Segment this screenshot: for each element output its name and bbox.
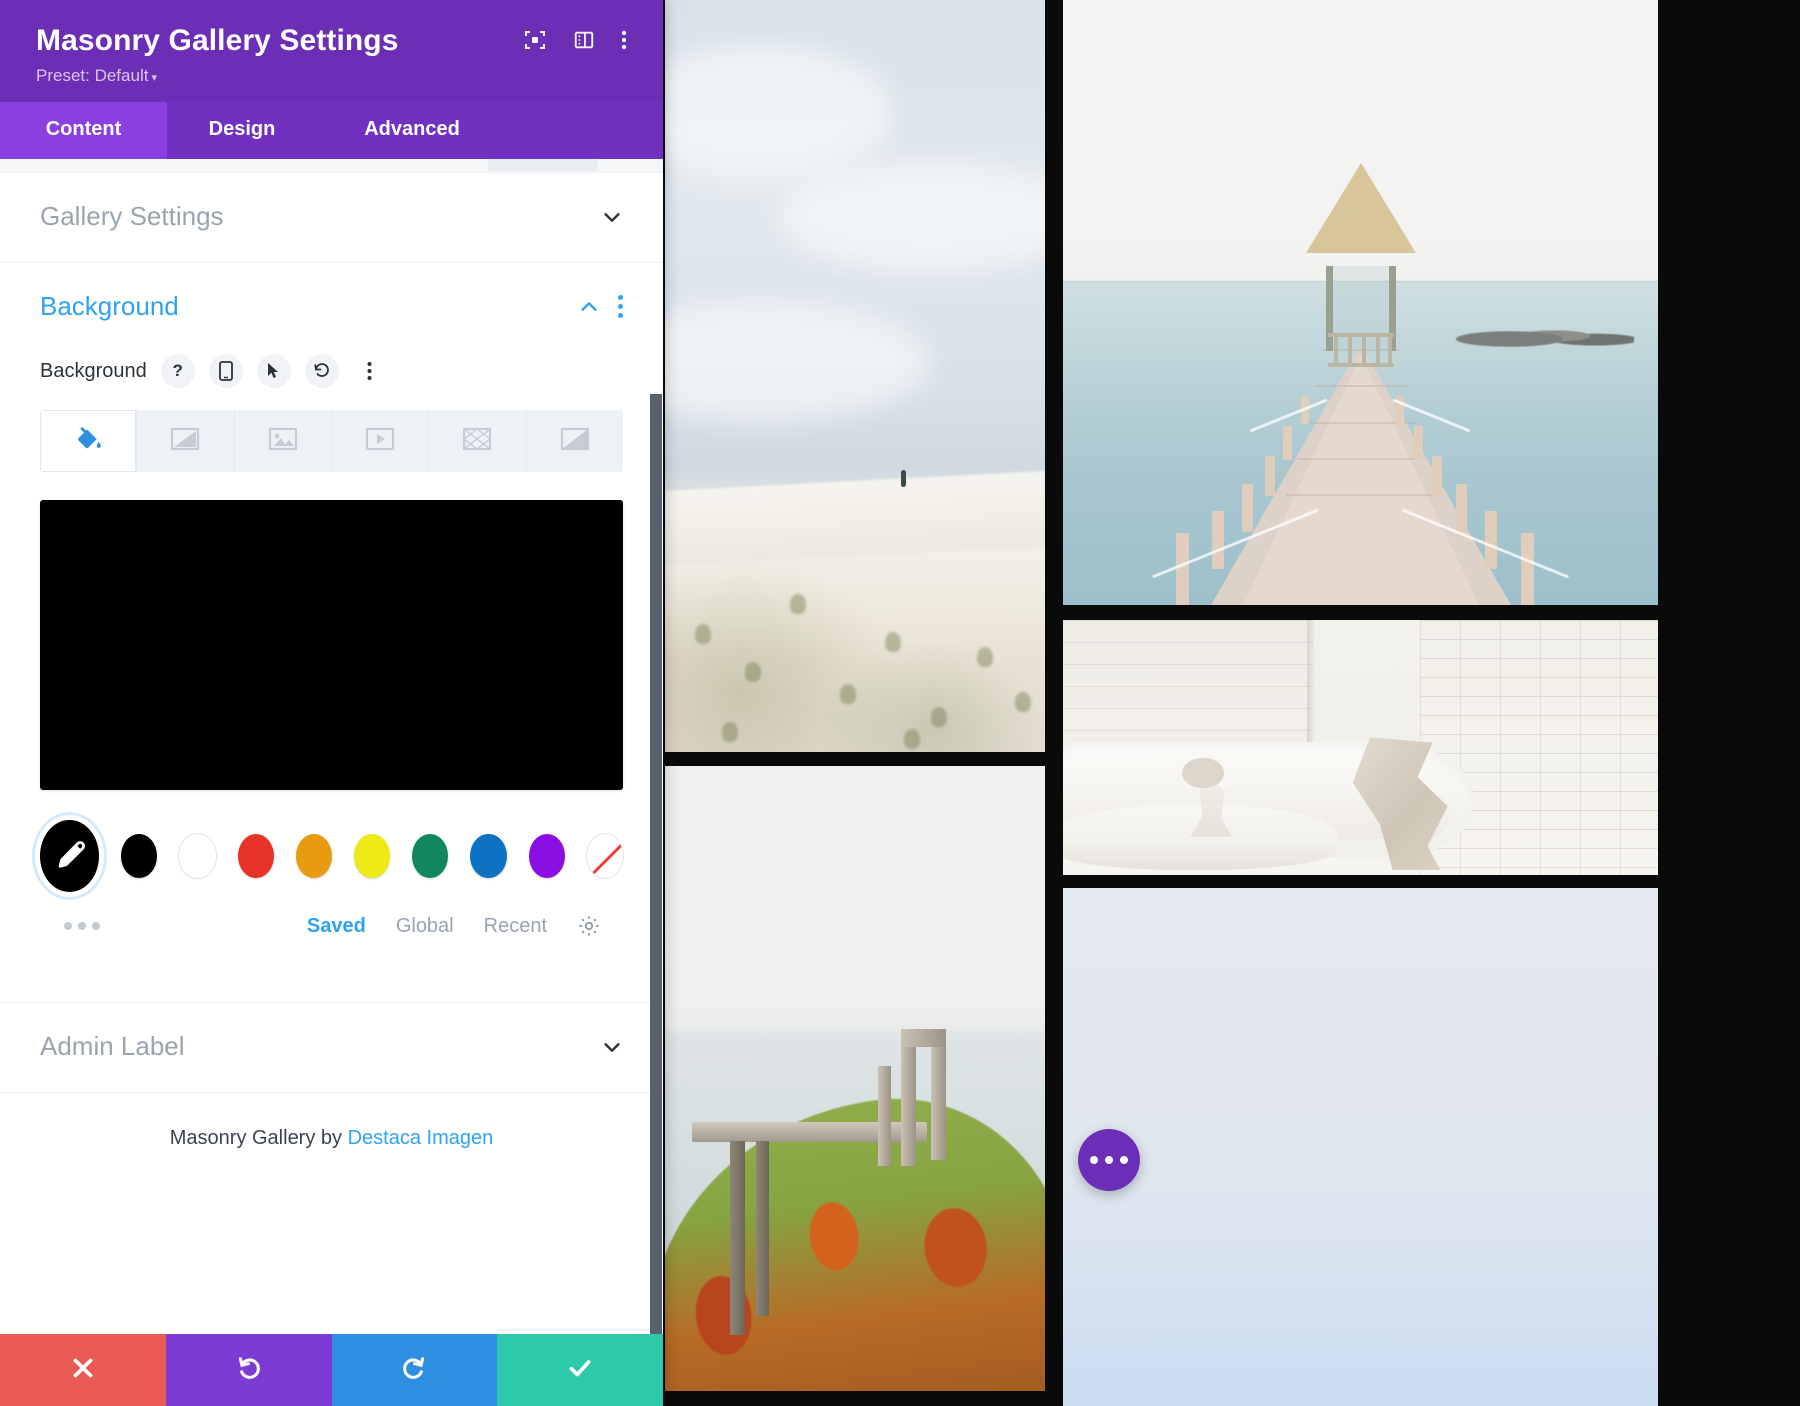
photo-white-sand-dune — [665, 0, 1045, 752]
gallery-image-ocean-bench-iceplant[interactable] — [665, 766, 1045, 1391]
swatch-yellow[interactable] — [354, 834, 391, 878]
help-icon[interactable]: ? — [160, 354, 195, 388]
plugin-credit: Masonry Gallery by Destaca Imagen — [0, 1093, 663, 1150]
mask-icon — [560, 426, 590, 457]
tab-design[interactable]: Design — [167, 102, 317, 159]
load-more-button[interactable] — [1078, 1129, 1140, 1191]
color-swatch-row — [40, 820, 624, 892]
chevron-down-icon[interactable] — [601, 206, 623, 228]
swatch-red[interactable] — [237, 834, 274, 878]
background-type-mask[interactable] — [527, 410, 623, 472]
preset-selector[interactable]: Preset: Default ▾ — [36, 66, 627, 86]
section-background-title: Background — [40, 291, 179, 321]
chevron-down-icon[interactable] — [601, 1036, 623, 1058]
panel-footer — [0, 1334, 663, 1406]
undo-icon — [236, 1355, 262, 1386]
field-options-icon[interactable] — [353, 354, 387, 388]
tab-content[interactable]: Content — [0, 102, 167, 159]
palette-tab-recent[interactable]: Recent — [484, 915, 547, 938]
gallery-image-white-sand-dune[interactable] — [665, 0, 1045, 752]
app-root: Masonry Gallery Settings Preset: Default… — [0, 0, 1800, 1406]
swatch-purple[interactable] — [528, 834, 565, 878]
swatch-black[interactable] — [121, 834, 158, 878]
section-gallery-settings-title: Gallery Settings — [40, 201, 224, 231]
plugin-credit-link[interactable]: Destaca Imagen — [348, 1127, 494, 1149]
background-type-image[interactable] — [235, 410, 332, 472]
section-background-options-icon[interactable] — [618, 295, 623, 318]
image-icon — [268, 426, 298, 457]
photo-pier-hut — [1063, 0, 1658, 605]
gallery-image-pier-thatched-hut[interactable] — [1063, 0, 1658, 605]
section-gallery-settings[interactable]: Gallery Settings — [0, 173, 663, 263]
close-icon — [70, 1355, 96, 1386]
preset-label: Preset: Default — [36, 66, 149, 85]
background-type-tabs — [40, 410, 623, 472]
collapsed-strip-chip — [488, 159, 598, 171]
color-preview[interactable] — [40, 500, 623, 790]
color-picker-button[interactable] — [40, 820, 100, 892]
cancel-button[interactable] — [0, 1334, 166, 1406]
module-settings-panel: Masonry Gallery Settings Preset: Default… — [0, 0, 663, 1406]
three-dots-icon — [1105, 1156, 1113, 1164]
gallery-image-pale-sky-sea[interactable] — [1063, 888, 1658, 1406]
background-type-video[interactable] — [332, 410, 430, 472]
hover-cursor-icon[interactable] — [256, 354, 291, 388]
swatch-white[interactable] — [179, 834, 216, 878]
gallery-column-1 — [665, 0, 1045, 1406]
video-icon — [365, 426, 395, 457]
chevron-up-icon[interactable] — [578, 296, 600, 318]
section-background[interactable]: Background — [0, 263, 663, 328]
background-type-gradient[interactable] — [137, 410, 235, 472]
photo-pale-sky-sea — [1063, 888, 1658, 1406]
section-admin-label[interactable]: Admin Label — [0, 1002, 663, 1093]
collapsed-strip — [0, 159, 663, 173]
panel-scroll-area: Gallery Settings Background Background ?… — [0, 159, 663, 1334]
chevron-down-icon: ▾ — [151, 72, 157, 84]
three-dots-icon — [1090, 1156, 1098, 1164]
panel-scrollbar-thumb[interactable] — [650, 394, 662, 1334]
palette-meta-row: Saved Global Recent — [40, 914, 623, 938]
photo-white-couch-room — [1063, 620, 1658, 875]
background-field-label-row: Background ? — [40, 354, 623, 388]
focus-icon[interactable] — [523, 28, 547, 52]
plugin-credit-prefix: Masonry Gallery by — [169, 1127, 348, 1149]
gradient-icon — [170, 426, 200, 457]
paint-bucket-icon — [73, 424, 103, 459]
save-button[interactable] — [497, 1334, 663, 1406]
distant-figure — [900, 470, 906, 487]
section-admin-label-title: Admin Label — [40, 1031, 185, 1061]
swatch-green[interactable] — [412, 834, 449, 878]
gear-icon[interactable] — [577, 914, 601, 938]
reset-icon[interactable] — [304, 354, 339, 388]
background-type-color[interactable] — [40, 410, 138, 472]
panel-header: Masonry Gallery Settings Preset: Default… — [0, 0, 663, 102]
photo-ocean-bench — [665, 766, 1045, 1391]
panel-scrollbar[interactable] — [649, 394, 663, 1334]
background-field-label: Background — [40, 359, 147, 382]
more-swatches-icon[interactable] — [64, 922, 100, 930]
gallery-image-white-couch-room[interactable] — [1063, 620, 1658, 875]
three-dots-icon — [1120, 1156, 1128, 1164]
tab-advanced[interactable]: Advanced — [317, 102, 507, 159]
more-options-icon[interactable] — [621, 28, 627, 52]
responsive-phone-icon[interactable] — [208, 354, 243, 388]
layout-icon[interactable] — [573, 29, 595, 51]
palette-tab-saved[interactable]: Saved — [307, 915, 366, 938]
redo-icon — [401, 1355, 427, 1386]
swatch-blue[interactable] — [470, 834, 507, 878]
pattern-icon — [462, 426, 492, 457]
undo-button[interactable] — [165, 1334, 332, 1406]
gallery-column-2 — [1063, 0, 1658, 1406]
check-icon — [567, 1355, 593, 1386]
background-type-pattern[interactable] — [429, 410, 527, 472]
swatch-orange[interactable] — [295, 834, 333, 878]
palette-tab-global[interactable]: Global — [396, 915, 454, 938]
background-section-body: Background ? Saved Global Recent — [0, 328, 663, 938]
swatch-none[interactable] — [586, 834, 624, 878]
panel-title: Masonry Gallery Settings — [36, 24, 399, 57]
panel-tabs: Content Design Advanced — [0, 102, 663, 159]
redo-button[interactable] — [331, 1334, 498, 1406]
